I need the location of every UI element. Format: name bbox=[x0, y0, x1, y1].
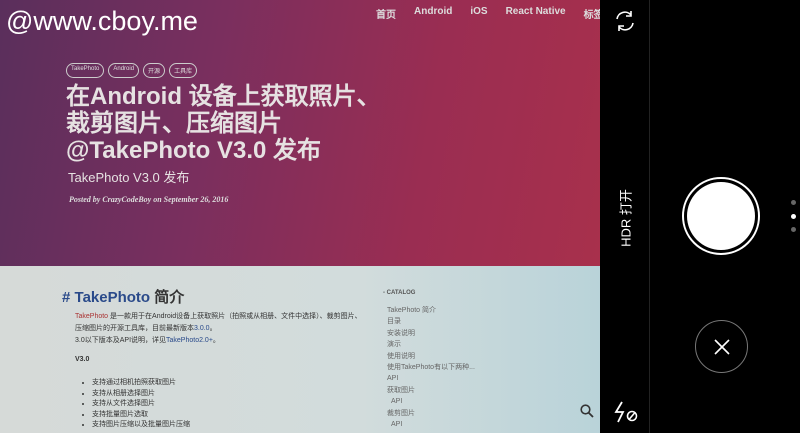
catalog-list: TakePhoto 简介 目录 安装说明 演示 使用说明 使用TakePhoto… bbox=[387, 305, 475, 430]
nav-item: React Native bbox=[505, 6, 566, 17]
flash-off-icon[interactable] bbox=[613, 400, 641, 424]
version-heading: V3.0 bbox=[75, 356, 90, 363]
catalog-item: 安装说明 bbox=[387, 329, 415, 337]
title-line: @TakePhoto V3.0 发布 bbox=[66, 137, 322, 164]
post-title: 在Android 设备上获取照片、 裁剪图片、压缩图片 @TakePhoto V… bbox=[66, 83, 381, 164]
post-meta: Posted by CrazyCodeBoy on September 26, … bbox=[69, 195, 229, 204]
catalog-item: 演示 bbox=[387, 341, 401, 349]
catalog-item: 使用TakePhoto有以下两种... bbox=[387, 364, 475, 372]
nav-item: 标签 bbox=[583, 10, 600, 21]
tag: Android bbox=[108, 63, 140, 78]
list-item: 支持批量图片选取 bbox=[92, 410, 190, 421]
mode-indicator-dot[interactable] bbox=[791, 200, 796, 205]
text: 是一款用于在Android设备上获取照片（拍照或从相册、文件中选择）、裁剪图片、… bbox=[75, 313, 362, 332]
catalog-item: API bbox=[387, 375, 399, 383]
catalog-item: API bbox=[391, 421, 403, 429]
cancel-button[interactable] bbox=[695, 320, 748, 373]
heading-name: TakePhoto bbox=[74, 289, 151, 306]
feature-list: 支持通过相机拍照获取图片 支持从相册选择图片 支持从文件选择图片 支持批量图片选… bbox=[92, 378, 190, 431]
text: 。 bbox=[209, 325, 217, 332]
tag: TakePhoto bbox=[66, 63, 105, 78]
code-text: TakePhoto bbox=[75, 313, 109, 320]
nav-item: 首页 bbox=[376, 10, 396, 21]
catalog-title: - CATALOG bbox=[383, 290, 416, 296]
tag: 开源 bbox=[143, 63, 166, 78]
mode-indicator-dot-active[interactable] bbox=[791, 214, 796, 219]
mode-indicator-dot[interactable] bbox=[791, 227, 796, 232]
watermark: @www.cboy.me bbox=[6, 6, 198, 36]
hdr-toggle[interactable]: HDR 打开 bbox=[616, 189, 635, 247]
section-heading: # TakePhoto 简介 bbox=[62, 286, 184, 307]
text: 3.0以下版本及API说明，详见 bbox=[75, 337, 167, 344]
text: 。 bbox=[212, 337, 220, 344]
search-icon bbox=[580, 404, 594, 418]
list-item: 支持图片压缩以及批量图片压缩 bbox=[92, 420, 190, 431]
close-icon bbox=[713, 338, 730, 355]
catalog-item: 裁剪图片 bbox=[387, 409, 415, 417]
list-item: 支持通过相机拍照获取图片 bbox=[92, 378, 190, 389]
heading-rest: 简介 bbox=[150, 289, 185, 306]
intro-paragraph: TakePhoto 是一款用于在Android设备上获取照片（拍照或从相册、文件… bbox=[75, 311, 365, 347]
catalog-item: 目录 bbox=[387, 318, 401, 326]
camera-viewfinder[interactable]: @www.cboy.me 首页 Android iOS React Native… bbox=[0, 0, 600, 433]
list-item: 支持从文件选择图片 bbox=[92, 399, 190, 410]
post-subtitle: TakePhoto V3.0 发布 bbox=[68, 170, 190, 185]
title-line: 在Android 设备上获取照片、 bbox=[66, 83, 381, 110]
shutter-button[interactable] bbox=[682, 177, 760, 255]
nav-item: iOS bbox=[470, 6, 488, 17]
nav-item: Android bbox=[414, 6, 453, 17]
tag-list: TakePhoto Android 开源 工具库 bbox=[66, 63, 198, 78]
heading-hash: # bbox=[62, 289, 71, 306]
catalog-item: API bbox=[391, 398, 403, 406]
blog-nav: 首页 Android iOS React Native 标签 关 bbox=[376, 6, 600, 21]
tag: 工具库 bbox=[169, 63, 198, 78]
title-line: 裁剪图片、压缩图片 bbox=[66, 110, 282, 137]
list-item: 支持从相册选择图片 bbox=[92, 389, 190, 400]
catalog-item: 获取图片 bbox=[387, 386, 415, 394]
version-link: 3.0.0 bbox=[194, 325, 210, 332]
catalog-item: 使用说明 bbox=[387, 352, 415, 360]
shutter-inner bbox=[687, 182, 755, 250]
camera-switch-icon[interactable] bbox=[613, 9, 637, 33]
catalog-item: TakePhoto 简介 bbox=[387, 307, 437, 314]
link: TakePhoto2.0+ bbox=[166, 337, 213, 344]
